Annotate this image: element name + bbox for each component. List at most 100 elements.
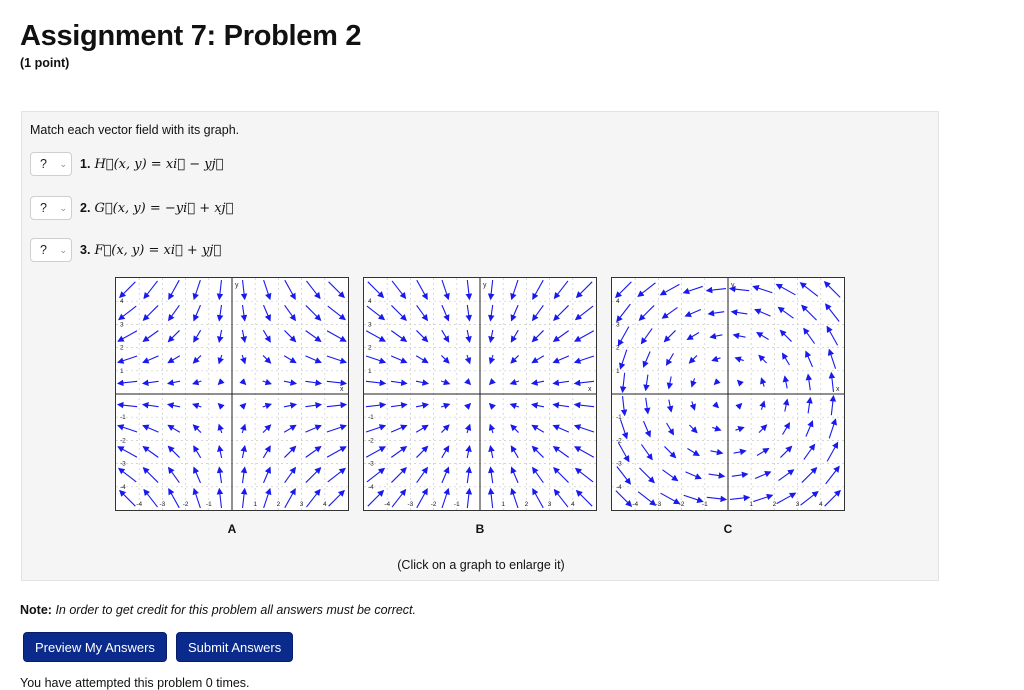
- field-arrow: [305, 401, 323, 409]
- field-arrow: [575, 281, 593, 299]
- field-arrow: [441, 279, 450, 301]
- field-arrow: [217, 444, 224, 459]
- field-arrow: [574, 467, 594, 483]
- field-arrow: [116, 401, 138, 409]
- field-arrow: [263, 487, 272, 509]
- field-arrow: [782, 398, 790, 412]
- vector-field-plot: -4-4-3-3-2-2-1-111223344xy: [612, 278, 844, 510]
- question-row-2: ? ⌄ 2. G⃗(x, y) = −yi⃗ + xj⃗: [30, 195, 233, 221]
- x-axis-label: x: [836, 386, 840, 393]
- field-arrow: [284, 330, 297, 343]
- field-arrow: [326, 355, 347, 364]
- field-arrow: [240, 304, 248, 322]
- x-tick-label: -1: [702, 501, 708, 508]
- field-arrow: [758, 354, 767, 364]
- instruction-text: Match each vector field with its graph.: [30, 123, 240, 137]
- x-axis-label: x: [588, 386, 592, 393]
- field-arrow: [706, 495, 728, 503]
- field-arrow: [465, 329, 472, 344]
- answer-select-3-value: ?: [40, 243, 47, 257]
- field-arrow: [759, 400, 766, 410]
- field-arrow: [118, 467, 137, 483]
- field-arrow: [240, 279, 248, 301]
- field-arrow: [305, 330, 322, 343]
- field-arrow: [665, 353, 674, 366]
- field-arrow: [328, 489, 345, 507]
- submit-answers-button[interactable]: Submit Answers: [176, 632, 294, 662]
- field-arrow: [531, 304, 544, 322]
- x-tick-label: 2: [773, 501, 777, 508]
- field-arrow: [465, 487, 473, 509]
- field-arrow: [531, 466, 544, 484]
- field-arrow: [441, 329, 450, 343]
- field-arrow: [119, 281, 136, 299]
- field-arrow: [464, 378, 472, 386]
- answer-select-3[interactable]: ? ⌄: [30, 238, 72, 262]
- field-arrow: [728, 285, 750, 293]
- field-arrow: [801, 304, 817, 321]
- field-arrow: [686, 332, 700, 341]
- field-arrow: [441, 304, 450, 322]
- note-label: Note:: [20, 603, 52, 617]
- field-arrow: [167, 330, 180, 343]
- field-arrow: [216, 304, 224, 322]
- question-number-1: 1.: [80, 157, 91, 171]
- field-arrow: [326, 446, 347, 458]
- note: Note: In order to get credit for this pr…: [20, 603, 416, 617]
- field-arrow: [805, 420, 814, 437]
- y-tick-label: 4: [368, 298, 372, 305]
- field-arrow: [574, 446, 595, 458]
- vector-field-plot: -4-4-3-3-2-2-1-111223344xy: [116, 278, 348, 510]
- y-axis-label: y: [731, 282, 735, 289]
- field-arrow: [824, 489, 841, 507]
- field-arrow: [488, 423, 496, 434]
- field-arrow: [730, 309, 748, 316]
- field-arrow: [640, 328, 653, 345]
- preview-answers-button[interactable]: Preview My Answers: [23, 632, 167, 662]
- answer-select-2[interactable]: ? ⌄: [30, 196, 72, 220]
- field-arrow: [639, 467, 655, 484]
- field-arrow: [441, 466, 450, 484]
- field-arrow: [305, 445, 322, 458]
- field-arrow: [240, 444, 247, 459]
- question-formula-1: H⃗(x, y) = xi⃗ − yj⃗: [94, 156, 224, 172]
- field-arrow: [828, 418, 837, 439]
- field-arrow: [117, 330, 138, 342]
- field-arrow: [390, 355, 408, 364]
- field-arrow: [305, 355, 322, 364]
- y-tick-label: -3: [120, 461, 126, 468]
- field-arrow: [141, 401, 159, 409]
- field-arrow: [192, 487, 201, 509]
- field-arrow: [193, 304, 201, 322]
- question-row-1: ? ⌄ 1. H⃗(x, y) = xi⃗ − yj⃗: [30, 151, 223, 177]
- graph-b[interactable]: -4 -4 -3 -3 -2 -2 -1 -1 1 1 2 2 3 3 4 4 x y: [363, 277, 597, 511]
- field-arrow: [637, 491, 657, 506]
- field-arrow: [487, 304, 495, 322]
- field-arrow: [729, 494, 751, 502]
- answer-select-1-value: ?: [40, 157, 47, 171]
- field-arrow: [167, 445, 180, 458]
- field-arrow: [733, 448, 747, 456]
- field-arrow: [168, 488, 180, 509]
- field-arrow: [709, 332, 723, 340]
- field-arrow: [464, 402, 472, 410]
- field-arrow: [552, 330, 570, 343]
- field-arrow: [619, 349, 628, 370]
- field-arrow: [616, 466, 632, 485]
- answer-select-2-value: ?: [40, 201, 47, 215]
- field-arrow: [284, 488, 296, 509]
- graph-a[interactable]: -4 -4 -3 -3 -2 -2 -1 -1 1 1 2 2 3 3 4 4 x y: [115, 277, 349, 511]
- y-tick-label: -4: [120, 484, 126, 491]
- graph-c[interactable]: -4 -4 -3 -3 -2 -2 -1 -1 1 1 2 2 3 3 4 4 x y: [611, 277, 845, 511]
- field-arrow: [487, 279, 495, 301]
- field-arrow: [530, 402, 545, 409]
- field-arrow: [824, 303, 840, 322]
- y-tick-label: -1: [368, 414, 374, 421]
- answer-select-1[interactable]: ? ⌄: [30, 152, 72, 176]
- field-arrow: [464, 423, 472, 434]
- field-arrow: [217, 402, 225, 410]
- field-arrow: [366, 305, 386, 321]
- field-arrow: [240, 487, 248, 509]
- field-arrow: [367, 281, 385, 299]
- field-arrow: [391, 467, 407, 483]
